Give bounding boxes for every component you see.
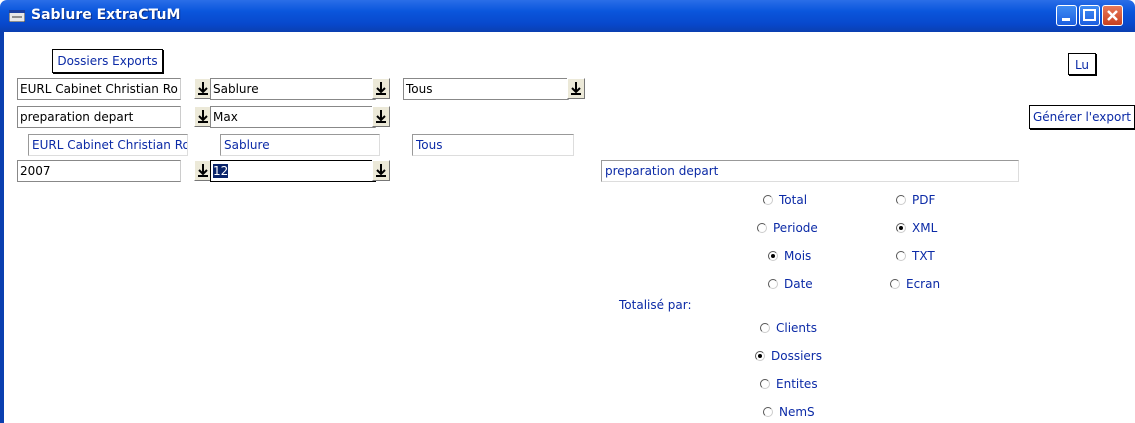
site-combo-value[interactable]: Sablure (210, 78, 376, 100)
window-border (0, 32, 4, 423)
year-combo[interactable]: 2007 (17, 160, 212, 182)
company-combo-value[interactable]: EURL Cabinet Christian Ro (17, 78, 181, 100)
close-button[interactable] (1102, 5, 1123, 26)
radio-dot (760, 323, 770, 333)
radio-txt[interactable]: TXT (896, 247, 935, 265)
scope-combo-value[interactable]: Tous (403, 78, 569, 100)
arrow-down-icon (198, 82, 208, 95)
user-combo[interactable]: Max (210, 106, 390, 128)
maximize-button[interactable] (1079, 5, 1100, 26)
radio-total[interactable]: Total (763, 191, 807, 209)
radio-dot (896, 251, 906, 261)
arrow-down-icon (198, 164, 208, 177)
radio-label: Entites (776, 377, 818, 391)
totalise-label: Totalisé par: (619, 298, 692, 312)
lu-button[interactable]: Lu (1068, 53, 1096, 75)
radio-dot (890, 279, 900, 289)
scope-field[interactable]: Tous (412, 134, 574, 156)
month-combo-value[interactable]: 12 (210, 160, 376, 182)
arrow-down-icon (376, 82, 386, 95)
generer-export-button[interactable]: Générer l'export (1029, 105, 1135, 129)
scope-combo[interactable]: Tous (403, 78, 585, 100)
radio-clients[interactable]: Clients (760, 319, 817, 337)
radio-label: TXT (912, 249, 935, 263)
export-name-field[interactable]: preparation depart (601, 160, 1019, 182)
title-bar[interactable]: Sablure ExtraCTuM (0, 0, 1135, 32)
arrow-down-icon (376, 110, 386, 123)
radio-label: XML (912, 221, 938, 235)
export-type-combo[interactable]: preparation depart (17, 106, 212, 128)
month-dropdown-button[interactable] (372, 160, 390, 181)
month-selected-text: 12 (213, 164, 229, 178)
site-field[interactable]: Sablure (220, 134, 380, 156)
company-combo[interactable]: EURL Cabinet Christian Ro (17, 78, 212, 100)
maximize-icon (1083, 9, 1096, 21)
radio-label: Periode (773, 221, 818, 235)
radio-label: Total (779, 193, 808, 207)
window-title: Sablure ExtraCTuM (31, 7, 181, 23)
radio-label: Clients (776, 321, 817, 335)
site-combo[interactable]: Sablure (210, 78, 390, 100)
export-type-combo-value[interactable]: preparation depart (17, 106, 181, 128)
radio-label: Mois (784, 249, 812, 263)
radio-periode[interactable]: Periode (757, 219, 818, 237)
radio-entites[interactable]: Entites (760, 375, 818, 393)
radio-label: PDF (912, 193, 936, 207)
radio-date[interactable]: Date (768, 275, 813, 293)
radio-ecran[interactable]: Ecran (890, 275, 940, 293)
radio-dot-selected (896, 223, 906, 233)
radio-dot (760, 379, 770, 389)
radio-xml[interactable]: XML (896, 219, 937, 237)
dossiers-exports-button[interactable]: Dossiers Exports (52, 49, 163, 73)
minimize-icon (1062, 18, 1070, 21)
radio-dot-selected (755, 351, 765, 361)
company-field[interactable]: EURL Cabinet Christian Ro (28, 134, 188, 156)
radio-dot-selected (768, 251, 778, 261)
radio-dot (768, 279, 778, 289)
radio-label: Ecran (906, 277, 941, 291)
site-dropdown-button[interactable] (372, 78, 390, 99)
arrow-down-icon (571, 82, 581, 95)
radio-label: Date (784, 277, 813, 291)
year-combo-value[interactable]: 2007 (17, 160, 181, 182)
radio-label: Dossiers (771, 349, 822, 363)
radio-dot (763, 195, 773, 205)
radio-dossiers[interactable]: Dossiers (755, 347, 822, 365)
app-window: Sablure ExtraCTuM Dossiers Exports Lu Gé… (0, 0, 1135, 423)
minimize-button[interactable] (1056, 5, 1077, 26)
radio-dot (757, 223, 767, 233)
radio-dot (896, 195, 906, 205)
radio-nems[interactable]: NemS (763, 403, 815, 421)
user-combo-value[interactable]: Max (210, 106, 376, 128)
arrow-down-icon (376, 164, 386, 177)
user-dropdown-button[interactable] (372, 106, 390, 127)
arrow-down-icon (198, 110, 208, 123)
radio-label: NemS (779, 405, 815, 419)
radio-dot (763, 407, 773, 417)
close-icon (1107, 10, 1118, 21)
month-combo[interactable]: 12 (210, 160, 390, 182)
radio-mois[interactable]: Mois (768, 247, 811, 265)
scope-dropdown-button[interactable] (567, 78, 585, 99)
radio-pdf[interactable]: PDF (896, 191, 935, 209)
app-icon (9, 10, 25, 22)
